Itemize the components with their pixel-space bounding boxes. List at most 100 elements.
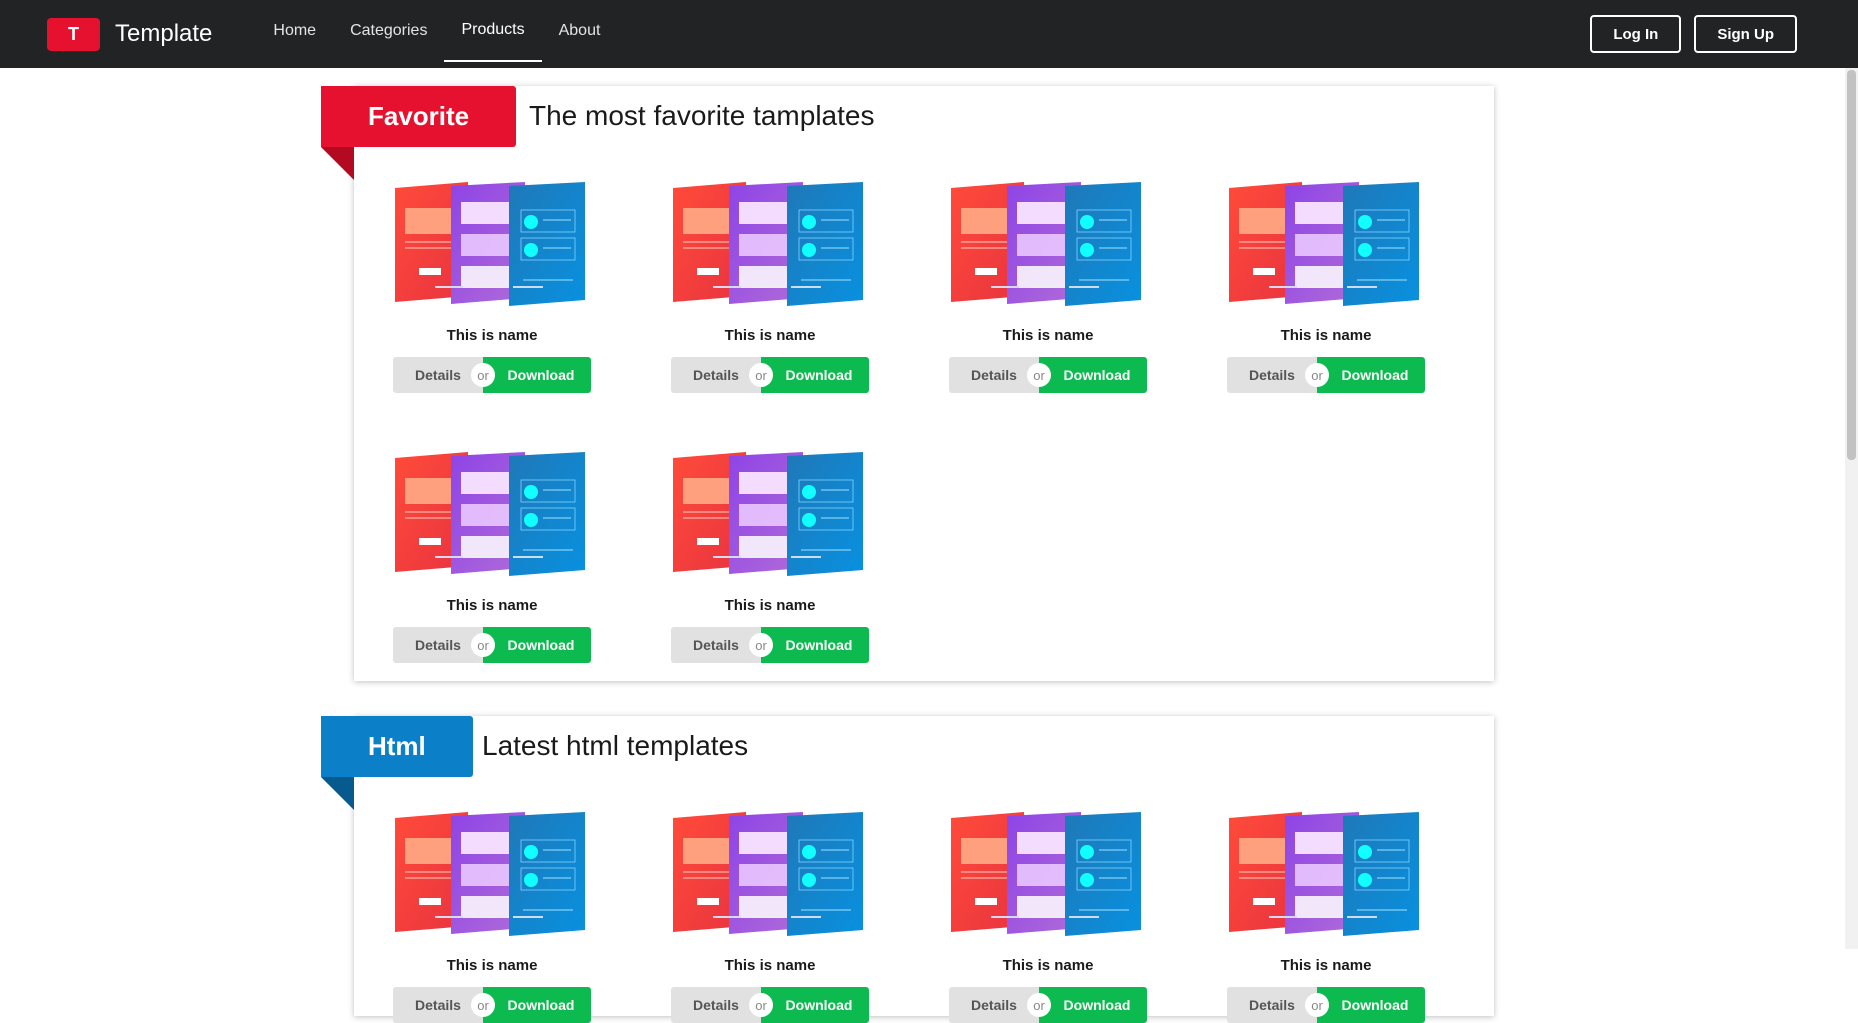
template-preview-icon — [395, 182, 585, 306]
template-preview-icon — [673, 812, 863, 936]
template-preview-icon — [1229, 812, 1419, 936]
template-card: This is name Details or Download — [670, 450, 870, 663]
template-card: This is name Details or Download — [670, 180, 870, 393]
nav-auth: Log In Sign Up — [1590, 15, 1797, 53]
template-preview-icon — [395, 812, 585, 936]
download-button[interactable]: Download — [1317, 987, 1425, 1023]
template-thumbnail[interactable] — [949, 810, 1147, 938]
template-card: This is name Details or Download — [948, 180, 1148, 393]
download-button[interactable]: Download — [761, 357, 869, 393]
details-button[interactable]: Details — [393, 627, 483, 663]
template-card: This is name Details or Download — [392, 810, 592, 1023]
details-button[interactable]: Details — [671, 987, 761, 1023]
details-button[interactable]: Details — [671, 357, 761, 393]
template-name: This is name — [446, 597, 538, 614]
template-card: This is name Details or Download — [670, 810, 870, 1023]
section-favorite: Favorite The most favorite tamplates Thi… — [321, 86, 1494, 681]
or-separator: or — [749, 633, 773, 657]
download-button[interactable]: Download — [483, 627, 591, 663]
template-card: This is name Details or Download — [392, 450, 592, 663]
or-separator: or — [471, 993, 495, 1017]
page-scrollbar[interactable] — [1845, 68, 1858, 949]
template-preview-icon — [951, 182, 1141, 306]
template-preview-icon — [951, 812, 1141, 936]
template-name: This is name — [1002, 957, 1094, 974]
template-thumbnail[interactable] — [671, 180, 869, 308]
section-html: Html Latest html templates This is name … — [321, 716, 1494, 1023]
details-button[interactable]: Details — [949, 357, 1039, 393]
template-card: This is name Details or Download — [948, 810, 1148, 1023]
or-separator: or — [1305, 363, 1329, 387]
download-button[interactable]: Download — [1039, 357, 1147, 393]
section-ribbon: Html — [321, 716, 473, 777]
details-button[interactable]: Details — [393, 357, 483, 393]
template-name: This is name — [446, 957, 538, 974]
template-thumbnail[interactable] — [393, 810, 591, 938]
template-card: This is name Details or Download — [1226, 810, 1426, 1023]
section-title: The most favorite tamplates — [529, 100, 875, 131]
card-actions: Details or Download — [393, 987, 591, 1023]
or-separator: or — [749, 993, 773, 1017]
nav-link-products[interactable]: Products — [444, 0, 542, 62]
details-button[interactable]: Details — [671, 627, 761, 663]
download-button[interactable]: Download — [761, 627, 869, 663]
download-button[interactable]: Download — [483, 987, 591, 1023]
download-button[interactable]: Download — [483, 357, 591, 393]
card-actions: Details or Download — [1227, 357, 1425, 393]
card-actions: Details or Download — [671, 357, 869, 393]
card-actions: Details or Download — [1227, 987, 1425, 1023]
nav-link-about[interactable]: About — [542, 0, 618, 62]
or-separator: or — [471, 363, 495, 387]
template-name: This is name — [724, 327, 816, 344]
details-button[interactable]: Details — [1227, 357, 1317, 393]
card-actions: Details or Download — [949, 357, 1147, 393]
template-name: This is name — [1280, 957, 1372, 974]
template-preview-icon — [673, 452, 863, 576]
section-ribbon: Favorite — [321, 86, 517, 147]
ribbon-fold — [321, 147, 354, 180]
template-name: This is name — [724, 597, 816, 614]
template-thumbnail[interactable] — [1227, 180, 1425, 308]
card-actions: Details or Download — [949, 987, 1147, 1023]
template-name: This is name — [724, 957, 816, 974]
template-name: This is name — [446, 327, 538, 344]
section-title: Latest html templates — [482, 730, 749, 761]
template-thumbnail[interactable] — [393, 180, 591, 308]
download-button[interactable]: Download — [1039, 987, 1147, 1023]
template-thumbnail[interactable] — [393, 450, 591, 578]
card-actions: Details or Download — [393, 357, 591, 393]
template-card: This is name Details or Download — [1226, 180, 1426, 393]
card-actions: Details or Download — [671, 627, 869, 663]
login-button[interactable]: Log In — [1590, 15, 1682, 53]
details-button[interactable]: Details — [393, 987, 483, 1023]
template-preview-icon — [395, 452, 585, 576]
or-separator: or — [1027, 363, 1051, 387]
card-actions: Details or Download — [393, 627, 591, 663]
scrollbar-thumb[interactable] — [1847, 70, 1856, 460]
brand-name: Template — [115, 20, 213, 47]
or-separator: or — [749, 363, 773, 387]
template-preview-icon — [673, 182, 863, 306]
brand-logo-icon: T — [47, 17, 100, 51]
download-button[interactable]: Download — [761, 987, 869, 1023]
details-button[interactable]: Details — [1227, 987, 1317, 1023]
template-thumbnail[interactable] — [671, 810, 869, 938]
nav-links: Home Categories Products About — [256, 0, 617, 68]
nav-link-categories[interactable]: Categories — [333, 0, 444, 62]
brand[interactable]: T Template — [47, 17, 213, 51]
template-name: This is name — [1002, 327, 1094, 344]
card-actions: Details or Download — [671, 987, 869, 1023]
template-card: This is name Details or Download — [392, 180, 592, 393]
ribbon-fold — [321, 777, 354, 810]
or-separator: or — [471, 633, 495, 657]
signup-button[interactable]: Sign Up — [1694, 15, 1797, 53]
template-preview-icon — [1229, 182, 1419, 306]
or-separator: or — [1027, 993, 1051, 1017]
details-button[interactable]: Details — [949, 987, 1039, 1023]
template-thumbnail[interactable] — [1227, 810, 1425, 938]
template-thumbnail[interactable] — [949, 180, 1147, 308]
template-thumbnail[interactable] — [671, 450, 869, 578]
or-separator: or — [1305, 993, 1329, 1017]
nav-link-home[interactable]: Home — [256, 0, 333, 62]
download-button[interactable]: Download — [1317, 357, 1425, 393]
